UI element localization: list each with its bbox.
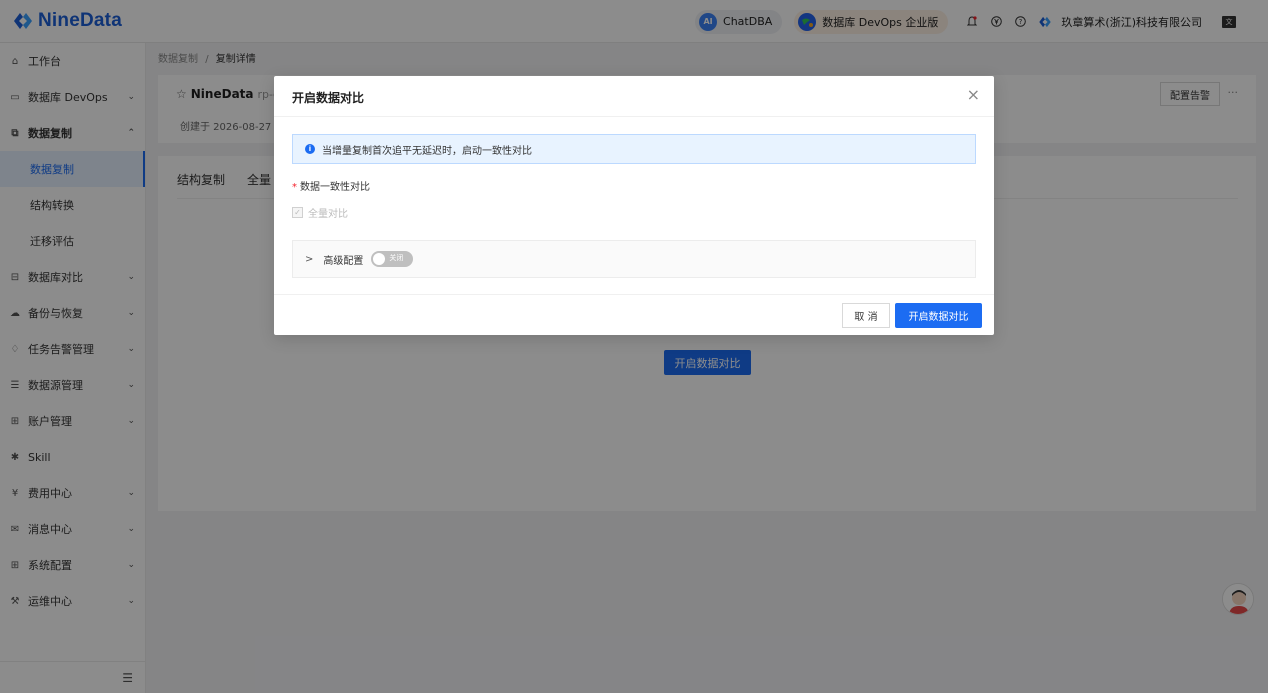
enable-compare-modal: 开启数据对比 × i 当增量复制首次追平无延迟时，启动一致性对比 * 数据一致性对… — [274, 76, 994, 335]
close-icon[interactable]: × — [967, 87, 980, 103]
full-compare-checkbox[interactable]: ✓ — [292, 207, 303, 218]
cancel-button[interactable]: 取 消 — [842, 303, 890, 328]
toggle-label: 关闭 — [389, 254, 404, 262]
advanced-config-label: 高级配置 — [323, 255, 364, 267]
toggle-knob — [373, 253, 386, 265]
field-label-text: 数据一致性对比 — [300, 182, 370, 193]
required-mark: * — [292, 182, 297, 193]
advanced-config-toggle[interactable]: 关闭 — [371, 251, 414, 267]
info-icon: i — [305, 144, 315, 154]
modal-footer-divider — [274, 294, 994, 295]
enable-compare-button[interactable]: 开启数据对比 — [895, 303, 982, 328]
alert-text: 当增量复制首次追平无延迟时，启动一致性对比 — [322, 145, 532, 157]
info-alert: i 当增量复制首次追平无延迟时，启动一致性对比 — [292, 134, 976, 164]
modal-header-divider — [274, 116, 994, 117]
advanced-config-panel[interactable]: > 高级配置 关闭 — [292, 240, 976, 278]
full-compare-label: 全量对比 — [308, 209, 348, 220]
modal-title: 开启数据对比 — [292, 91, 365, 105]
consistency-compare-label: * 数据一致性对比 — [292, 178, 370, 193]
full-compare-option: ✓ 全量对比 — [292, 205, 348, 220]
chevron-right-icon: > — [305, 253, 314, 265]
